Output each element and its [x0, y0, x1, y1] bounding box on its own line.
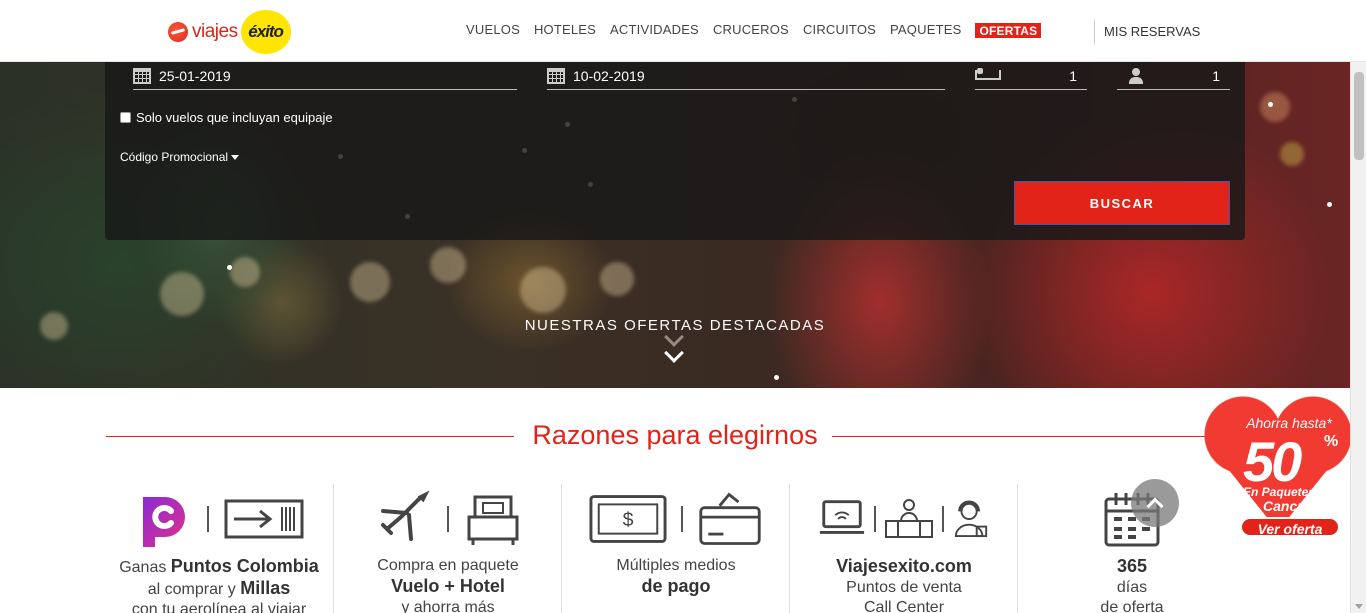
hero-banner: 25-01-2019 10-02-2019 1 1 Solo vuelos qu…	[0, 62, 1350, 388]
cash-icon: $	[589, 495, 667, 543]
promo-line3: Cancún	[1263, 498, 1315, 514]
reason-text: Ganas	[119, 559, 171, 576]
departure-date-value: 25-01-2019	[159, 67, 231, 84]
puntos-colombia-icon	[143, 497, 185, 547]
ver-oferta-button[interactable]: Ver oferta	[1240, 517, 1340, 537]
airplane-icon	[381, 490, 430, 541]
reason-text: Compra en paquete	[377, 557, 519, 574]
caret-down-icon	[231, 155, 240, 161]
snowflake	[227, 265, 232, 270]
bokeh-light	[1280, 142, 1304, 166]
promo-percent: %	[1324, 433, 1339, 450]
bokeh-light	[1260, 92, 1290, 122]
reason-vuelo-hotel: Compra en paquete Vuelo + Hotel y ahorra…	[334, 482, 562, 613]
reason-text: Call Center	[863, 599, 945, 613]
reason-highlight: Millas	[240, 578, 291, 598]
reason-highlight: Viajesexito.com	[836, 556, 972, 576]
my-reservations-link[interactable]: MIS RESERVAS	[1104, 24, 1200, 39]
laptop-wifi-icon	[819, 500, 865, 534]
bokeh-light	[230, 257, 260, 287]
reason-highlight: Puntos Colombia	[170, 556, 319, 576]
reason-highlight: Vuelo + Hotel	[391, 576, 505, 596]
reason-puntos-colombia: Ganas Puntos Colombia al comprar y Milla…	[105, 482, 333, 613]
rooms-field[interactable]: 1	[975, 62, 1087, 90]
call-center-icon	[954, 500, 988, 538]
rooms-count: 1	[1069, 67, 1077, 84]
page-scrollbar[interactable]	[1350, 0, 1366, 613]
globe-icon	[168, 22, 188, 42]
svg-text:$: $	[623, 509, 634, 531]
flight-ticket-icon	[224, 499, 304, 539]
checkbox-box[interactable]	[120, 112, 131, 123]
scroll-down-arrow-icon[interactable]	[1355, 604, 1363, 609]
calendar-icon	[547, 67, 565, 84]
chevron-down-icon[interactable]	[664, 343, 684, 363]
reason-text: al comprar y	[147, 581, 241, 598]
scrollbar-thumb[interactable]	[1354, 72, 1364, 160]
reason-medios-pago: $ Múltiples medios de pago	[562, 482, 790, 598]
reason-text: y ahorra más	[401, 599, 495, 613]
main-nav: VUELOS HOTELES ACTIVIDADES CRUCEROS CIRC…	[466, 22, 1055, 38]
reason-highlight: 365	[1116, 556, 1148, 576]
snowflake	[1268, 102, 1273, 107]
promo-line2: En Paquetes a	[1243, 485, 1326, 499]
bokeh-light	[520, 267, 566, 313]
reason-text: Puntos de venta	[846, 579, 962, 596]
baggage-checkbox-label: Solo vuelos que incluyan equipaje	[136, 110, 333, 125]
pipe-divider	[874, 506, 876, 532]
search-form: 25-01-2019 10-02-2019 1 1 Solo vuelos qu…	[105, 62, 1245, 240]
scroll-to-top-button[interactable]	[1131, 479, 1179, 527]
pipe-divider	[681, 506, 683, 532]
chevron-up-icon	[1146, 497, 1164, 514]
pipe-divider	[447, 506, 449, 532]
bokeh-light	[160, 272, 204, 316]
nav-vuelos[interactable]: VUELOS	[466, 22, 520, 38]
nav-hoteles[interactable]: HOTELES	[534, 22, 596, 38]
pipe-divider	[207, 506, 209, 532]
return-date-value: 10-02-2019	[573, 67, 645, 84]
site-header: viajes éxito VUELOS HOTELES ACTIVIDADES …	[0, 0, 1366, 62]
reason-highlight: de pago	[641, 576, 711, 596]
search-button[interactable]: BUSCAR	[1014, 181, 1230, 225]
snowflake	[774, 375, 779, 380]
nav-paquetes[interactable]: PAQUETES	[890, 22, 961, 38]
passengers-count: 1	[1212, 67, 1220, 84]
reason-canales: Viajesexito.com Puntos de venta Call Cen…	[790, 482, 1018, 613]
promo-code-toggle[interactable]: Código Promocional	[120, 150, 240, 164]
nav-cruceros[interactable]: CRUCEROS	[713, 22, 789, 38]
reason-text: días	[1116, 579, 1148, 596]
bokeh-light	[430, 247, 466, 283]
reasons-title: Razones para elegirnos	[532, 420, 818, 450]
hotel-bed-icon	[467, 495, 519, 545]
bed-icon	[975, 67, 1001, 84]
cancun-promo-badge[interactable]: Ahorra hasta* 50 % En Paquetes a Cancún …	[1203, 395, 1353, 540]
nav-actividades[interactable]: ACTIVIDADES	[610, 22, 699, 38]
logo-text: viajes	[192, 21, 238, 42]
bokeh-light	[600, 262, 634, 296]
calendar-icon	[133, 67, 151, 84]
return-date-field[interactable]: 10-02-2019	[547, 62, 945, 90]
baggage-checkbox[interactable]: Solo vuelos que incluyan equipaje	[120, 110, 333, 125]
pipe-divider	[942, 506, 944, 532]
store-desk-icon	[885, 499, 933, 538]
nav-ofertas[interactable]: OFERTAS	[975, 23, 1042, 38]
reason-text: de oferta	[1100, 599, 1164, 613]
bokeh-light	[350, 262, 390, 302]
credit-card-icon	[699, 492, 761, 545]
exito-brand-badge: éxito	[240, 10, 291, 54]
departure-date-field[interactable]: 25-01-2019	[133, 62, 517, 90]
nav-circuitos[interactable]: CIRCUITOS	[803, 22, 876, 38]
nav-divider	[1094, 20, 1095, 44]
reason-text: Múltiples medios	[616, 557, 736, 574]
passengers-field[interactable]: 1	[1117, 62, 1230, 90]
snowflake	[1327, 202, 1332, 207]
person-icon	[1129, 67, 1147, 84]
reason-text: con tu aerolínea al viajar	[131, 601, 307, 613]
viajes-exito-logo[interactable]: viajes éxito	[168, 10, 291, 54]
promo-code-label: Código Promocional	[120, 150, 229, 164]
